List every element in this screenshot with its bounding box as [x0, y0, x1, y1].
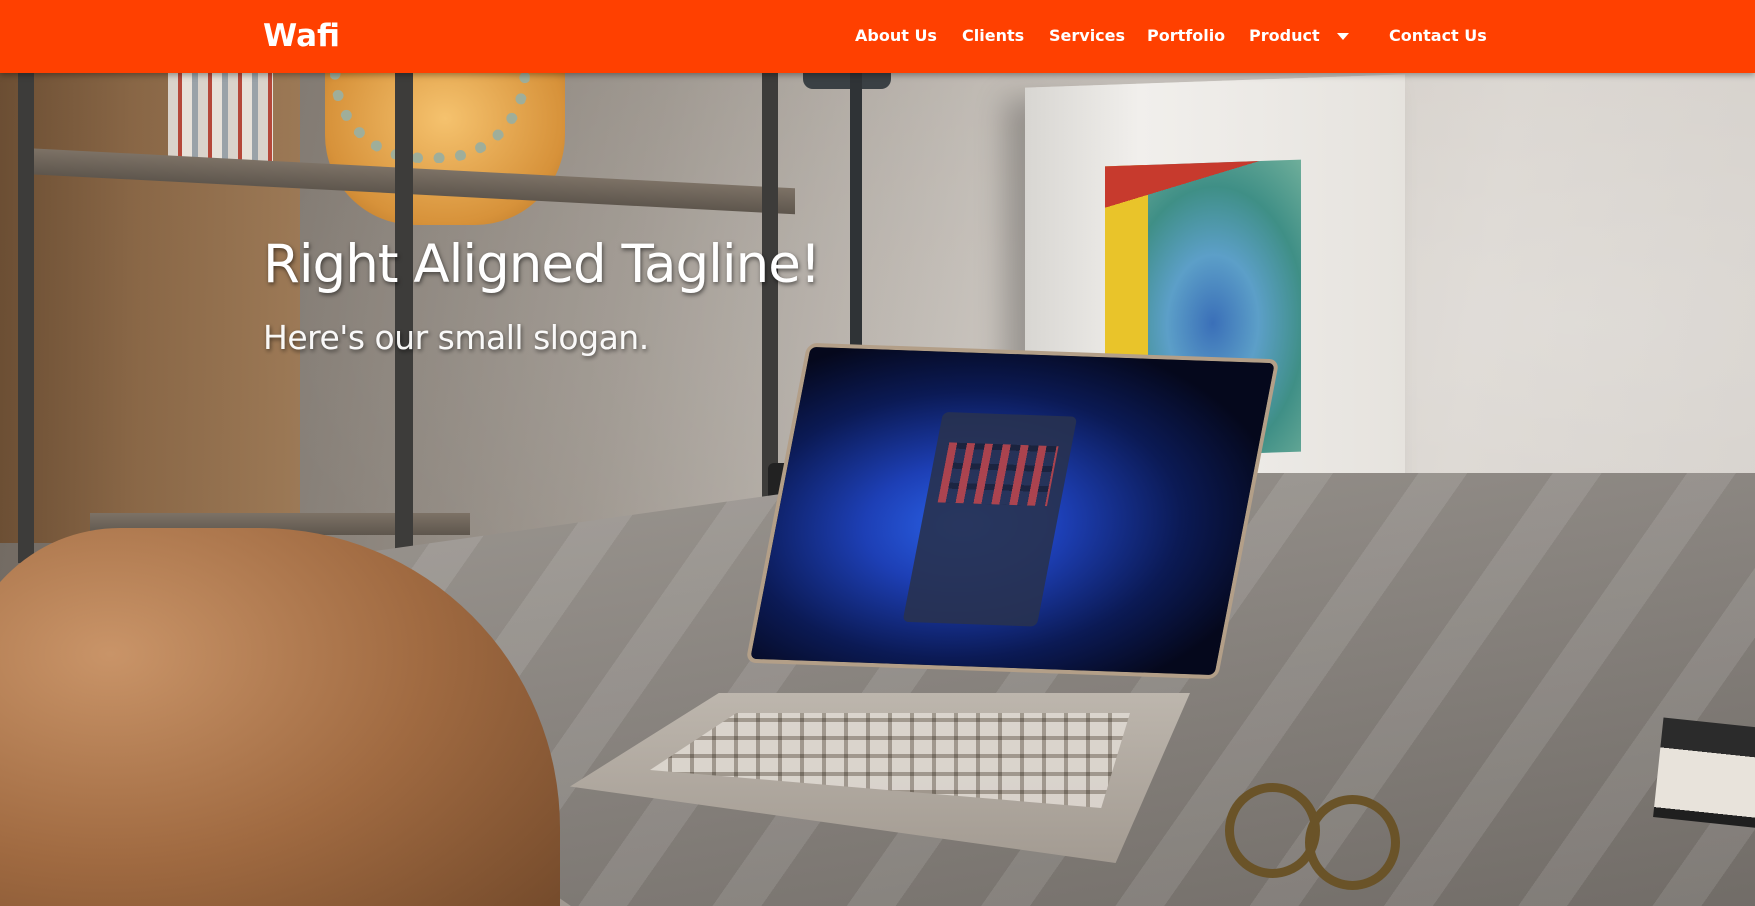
hero-text: Right Aligned Tagline! Here's our small … [263, 234, 821, 357]
hero-slogan: Here's our small slogan. [263, 318, 649, 357]
laptop-screen [745, 342, 1280, 680]
shelf-post [18, 73, 34, 563]
navbar: Wafi About Us Clients Services Portfolio… [0, 0, 1755, 73]
nav-link-contact-us[interactable]: Contact Us [1389, 26, 1487, 45]
lamp-head [803, 73, 891, 89]
hero-tagline: Right Aligned Tagline! [263, 234, 821, 295]
caret-down-icon[interactable] [1337, 33, 1349, 40]
brand-logo[interactable]: Wafi [263, 18, 340, 54]
glasses-lens [1305, 795, 1400, 890]
hero-section [0, 73, 1755, 906]
lamp-pole [850, 73, 862, 353]
nav-link-clients[interactable]: Clients [962, 26, 1024, 45]
book-stack [1653, 717, 1755, 829]
nav-link-product[interactable]: Product [1249, 26, 1320, 45]
nav-link-about-us[interactable]: About Us [855, 26, 937, 45]
nav-link-portfolio[interactable]: Portfolio [1147, 26, 1225, 45]
eyeglasses [1225, 773, 1485, 903]
nav-link-services[interactable]: Services [1049, 26, 1125, 45]
